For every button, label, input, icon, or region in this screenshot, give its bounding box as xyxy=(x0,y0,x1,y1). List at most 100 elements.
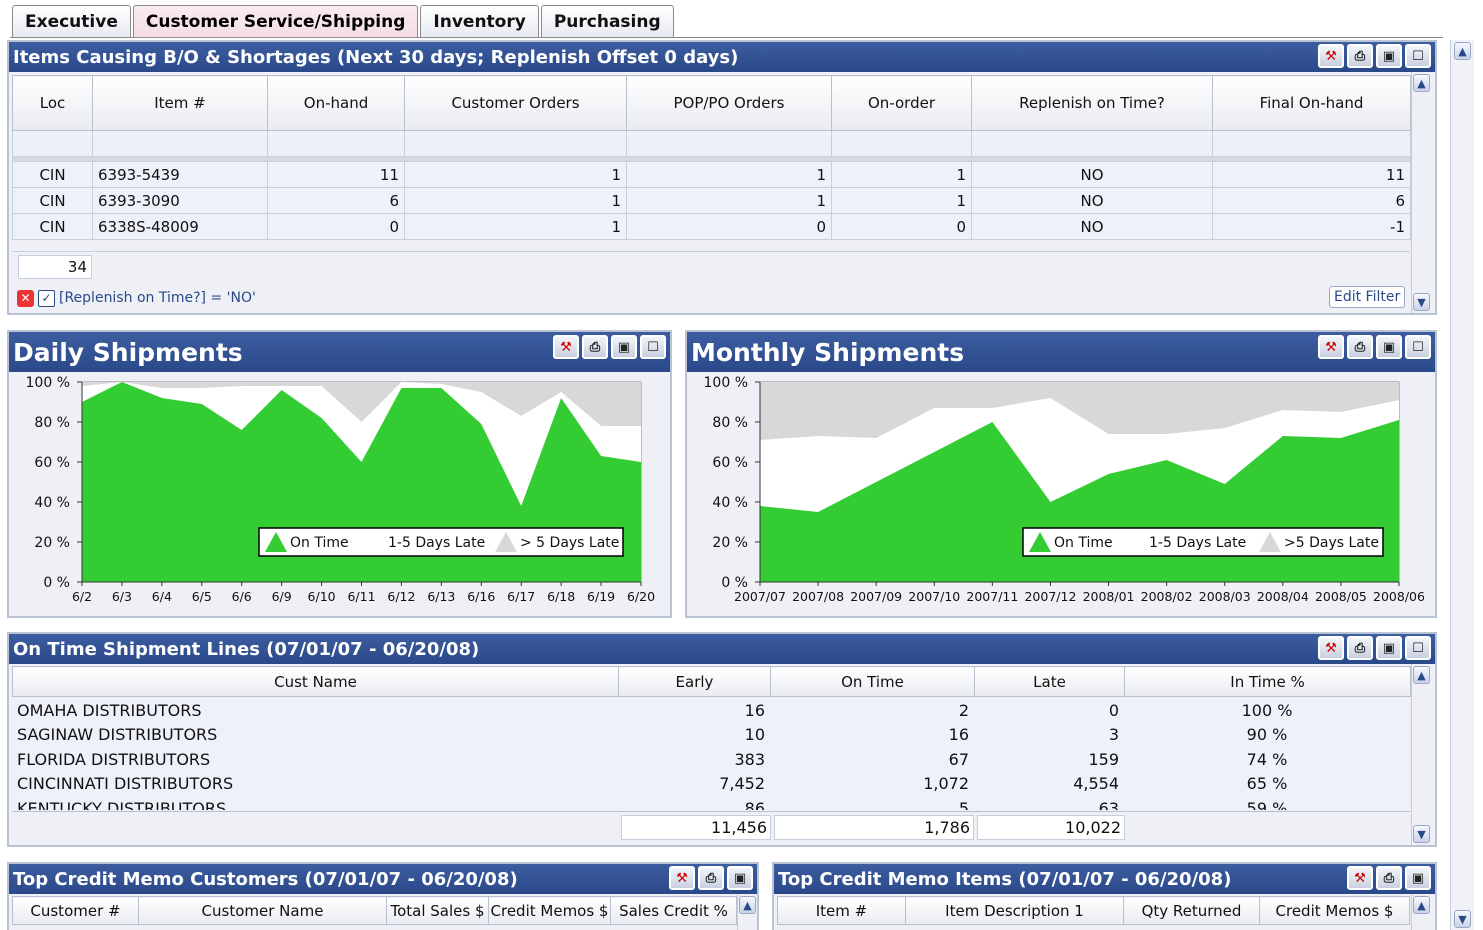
items-filter-row[interactable] xyxy=(12,130,1411,157)
col-item[interactable]: Item # xyxy=(92,75,268,131)
table-row[interactable]: KENTUCKY DISTRIBUTORS 86 5 63 59 % xyxy=(12,796,1410,810)
col-on-time[interactable]: On Time xyxy=(770,666,975,697)
col-final-on-hand[interactable]: Final On-hand xyxy=(1212,75,1411,131)
filter-text[interactable]: [Replenish on Time?] = 'NO' xyxy=(59,290,256,306)
cell-replenish: NO xyxy=(971,213,1213,240)
tab-customer-service-shipping[interactable]: Customer Service/Shipping xyxy=(132,5,419,37)
wrench-icon[interactable]: ⚒ xyxy=(669,866,695,890)
monthly-panel-toolbar: ⚒ ⎙ ▣ ☐ xyxy=(1318,335,1431,359)
table-row[interactable]: CIN 6393-5439 11 1 1 1 NO 11 xyxy=(12,161,1411,188)
col-loc[interactable]: Loc xyxy=(12,75,93,131)
col-qty-returned[interactable]: Qty Returned xyxy=(1123,896,1260,925)
scroll-up-icon[interactable]: ▲ xyxy=(1454,42,1471,60)
scroll-up-icon[interactable]: ▲ xyxy=(1413,74,1430,92)
items-scrollbar[interactable]: ▲ ▼ xyxy=(1411,72,1431,313)
items-panel-title: Items Causing B/O & Shortages (Next 30 d… xyxy=(13,46,739,68)
save-icon[interactable]: ▣ xyxy=(1376,636,1402,660)
scroll-up-icon[interactable]: ▲ xyxy=(739,896,756,914)
col-in-time-pct[interactable]: In Time % xyxy=(1124,666,1411,697)
credit-customers-panel: Top Credit Memo Customers (07/01/07 - 06… xyxy=(7,862,759,930)
wrench-icon[interactable]: ⚒ xyxy=(1318,636,1344,660)
maximize-icon[interactable]: ☐ xyxy=(1405,636,1431,660)
cell-loc: CIN xyxy=(12,161,93,188)
wrench-icon[interactable]: ⚒ xyxy=(1347,866,1373,890)
x-tick-label: 2008/06 xyxy=(1373,589,1425,604)
col-customer-orders[interactable]: Customer Orders xyxy=(404,75,627,131)
wrench-icon[interactable]: ⚒ xyxy=(1318,44,1344,68)
print-icon[interactable]: ⎙ xyxy=(1376,866,1402,890)
credit-cust-scrollbar[interactable]: ▲ xyxy=(737,894,757,930)
col-credit-memos[interactable]: Credit Memos $ xyxy=(488,896,611,925)
scroll-down-icon[interactable]: ▼ xyxy=(1454,910,1471,928)
col-replenish-on-time[interactable]: Replenish on Time? xyxy=(971,75,1213,131)
close-filter-icon[interactable]: ✕ xyxy=(17,289,34,307)
ontime-scrollbar[interactable]: ▲ ▼ xyxy=(1411,664,1431,845)
col-on-hand[interactable]: On-hand xyxy=(267,75,405,131)
col-customer-name[interactable]: Customer Name xyxy=(138,896,387,925)
maximize-icon[interactable]: ☐ xyxy=(1405,335,1431,359)
y-tick-label: 100 % xyxy=(704,375,748,391)
print-icon[interactable]: ⎙ xyxy=(582,335,608,359)
ontime-header-row: Cust Name Early On Time Late In Time % xyxy=(12,666,1411,697)
cell-final-on-hand: 6 xyxy=(1212,187,1411,214)
col-total-sales[interactable]: Total Sales $ xyxy=(386,896,489,925)
tab-bar: Executive Customer Service/Shipping Inve… xyxy=(12,5,676,37)
scroll-up-icon[interactable]: ▲ xyxy=(1413,896,1430,914)
col-sales-credit-pct[interactable]: Sales Credit % xyxy=(610,896,737,925)
x-tick-label: 6/3 xyxy=(112,589,132,604)
col-item-description[interactable]: Item Description 1 xyxy=(905,896,1124,925)
cell-early: 7,452 xyxy=(618,771,770,796)
save-icon[interactable]: ▣ xyxy=(611,335,637,359)
save-icon[interactable]: ▣ xyxy=(1376,44,1402,68)
table-row[interactable]: CIN 6338S-48009 0 1 0 0 NO -1 xyxy=(12,213,1411,240)
table-row[interactable]: CIN 6393-3090 6 1 1 1 NO 6 xyxy=(12,187,1411,214)
x-tick-label: 6/16 xyxy=(467,589,495,604)
save-icon[interactable]: ▣ xyxy=(727,866,753,890)
daily-panel-title: Daily Shipments xyxy=(13,337,243,367)
ontime-panel-header: On Time Shipment Lines (07/01/07 - 06/20… xyxy=(9,634,1435,664)
cell-early: 16 xyxy=(618,698,770,723)
col-item-number[interactable]: Item # xyxy=(777,896,906,925)
print-icon[interactable]: ⎙ xyxy=(1347,636,1373,660)
credit-items-scrollbar[interactable]: ▲ xyxy=(1411,894,1431,930)
print-icon[interactable]: ⎙ xyxy=(1347,335,1373,359)
col-cust-name[interactable]: Cust Name xyxy=(12,666,619,697)
table-row[interactable]: CINCINNATI DISTRIBUTORS 7,452 1,072 4,55… xyxy=(12,771,1410,796)
maximize-icon[interactable]: ☐ xyxy=(1405,44,1431,68)
ontime-totals-row: 11,456 1,786 10,022 xyxy=(12,811,1410,843)
col-customer-number[interactable]: Customer # xyxy=(12,896,139,925)
table-row[interactable]: SAGINAW DISTRIBUTORS 10 16 3 90 % xyxy=(12,722,1410,747)
maximize-icon[interactable]: ☐ xyxy=(640,335,666,359)
checkbox-filter-icon[interactable]: ✓ xyxy=(38,289,55,307)
cell-replenish: NO xyxy=(971,161,1213,188)
table-row[interactable]: OMAHA DISTRIBUTORS 16 2 0 100 % xyxy=(12,698,1410,723)
save-icon[interactable]: ▣ xyxy=(1376,335,1402,359)
scroll-down-icon[interactable]: ▼ xyxy=(1413,825,1430,843)
edit-filter-button[interactable]: Edit Filter xyxy=(1329,286,1406,308)
wrench-icon[interactable]: ⚒ xyxy=(553,335,579,359)
cell-customer-orders: 1 xyxy=(404,161,627,188)
monthly-panel-header: Monthly Shipments ⚒ ⎙ ▣ ☐ xyxy=(687,332,1435,372)
table-row[interactable]: FLORIDA DISTRIBUTORS 383 67 159 74 % xyxy=(12,747,1410,772)
print-icon[interactable]: ⎙ xyxy=(1347,44,1373,68)
col-credit-memos[interactable]: Credit Memos $ xyxy=(1259,896,1410,925)
cell-in-time-pct: 100 % xyxy=(1124,698,1410,723)
cell-item: 6393-5439 xyxy=(92,161,268,188)
col-on-order[interactable]: On-order xyxy=(831,75,972,131)
tab-executive[interactable]: Executive xyxy=(12,5,131,37)
scroll-up-icon[interactable]: ▲ xyxy=(1413,666,1430,684)
col-early[interactable]: Early xyxy=(618,666,771,697)
tab-inventory[interactable]: Inventory xyxy=(420,5,539,37)
tab-purchasing[interactable]: Purchasing xyxy=(540,5,674,37)
save-icon[interactable]: ▣ xyxy=(1405,866,1431,890)
col-late[interactable]: Late xyxy=(974,666,1125,697)
col-pop-po-orders[interactable]: POP/PO Orders xyxy=(626,75,832,131)
scroll-down-icon[interactable]: ▼ xyxy=(1413,293,1430,311)
print-icon[interactable]: ⎙ xyxy=(698,866,724,890)
cell-customer-orders: 1 xyxy=(404,187,627,214)
cell-on-time: 16 xyxy=(770,722,974,747)
ontime-table: Cust Name Early On Time Late In Time % xyxy=(12,666,1411,697)
x-tick-label: 6/6 xyxy=(232,589,252,604)
wrench-icon[interactable]: ⚒ xyxy=(1318,335,1344,359)
page-scrollbar[interactable]: ▲ ▼ xyxy=(1450,40,1474,930)
